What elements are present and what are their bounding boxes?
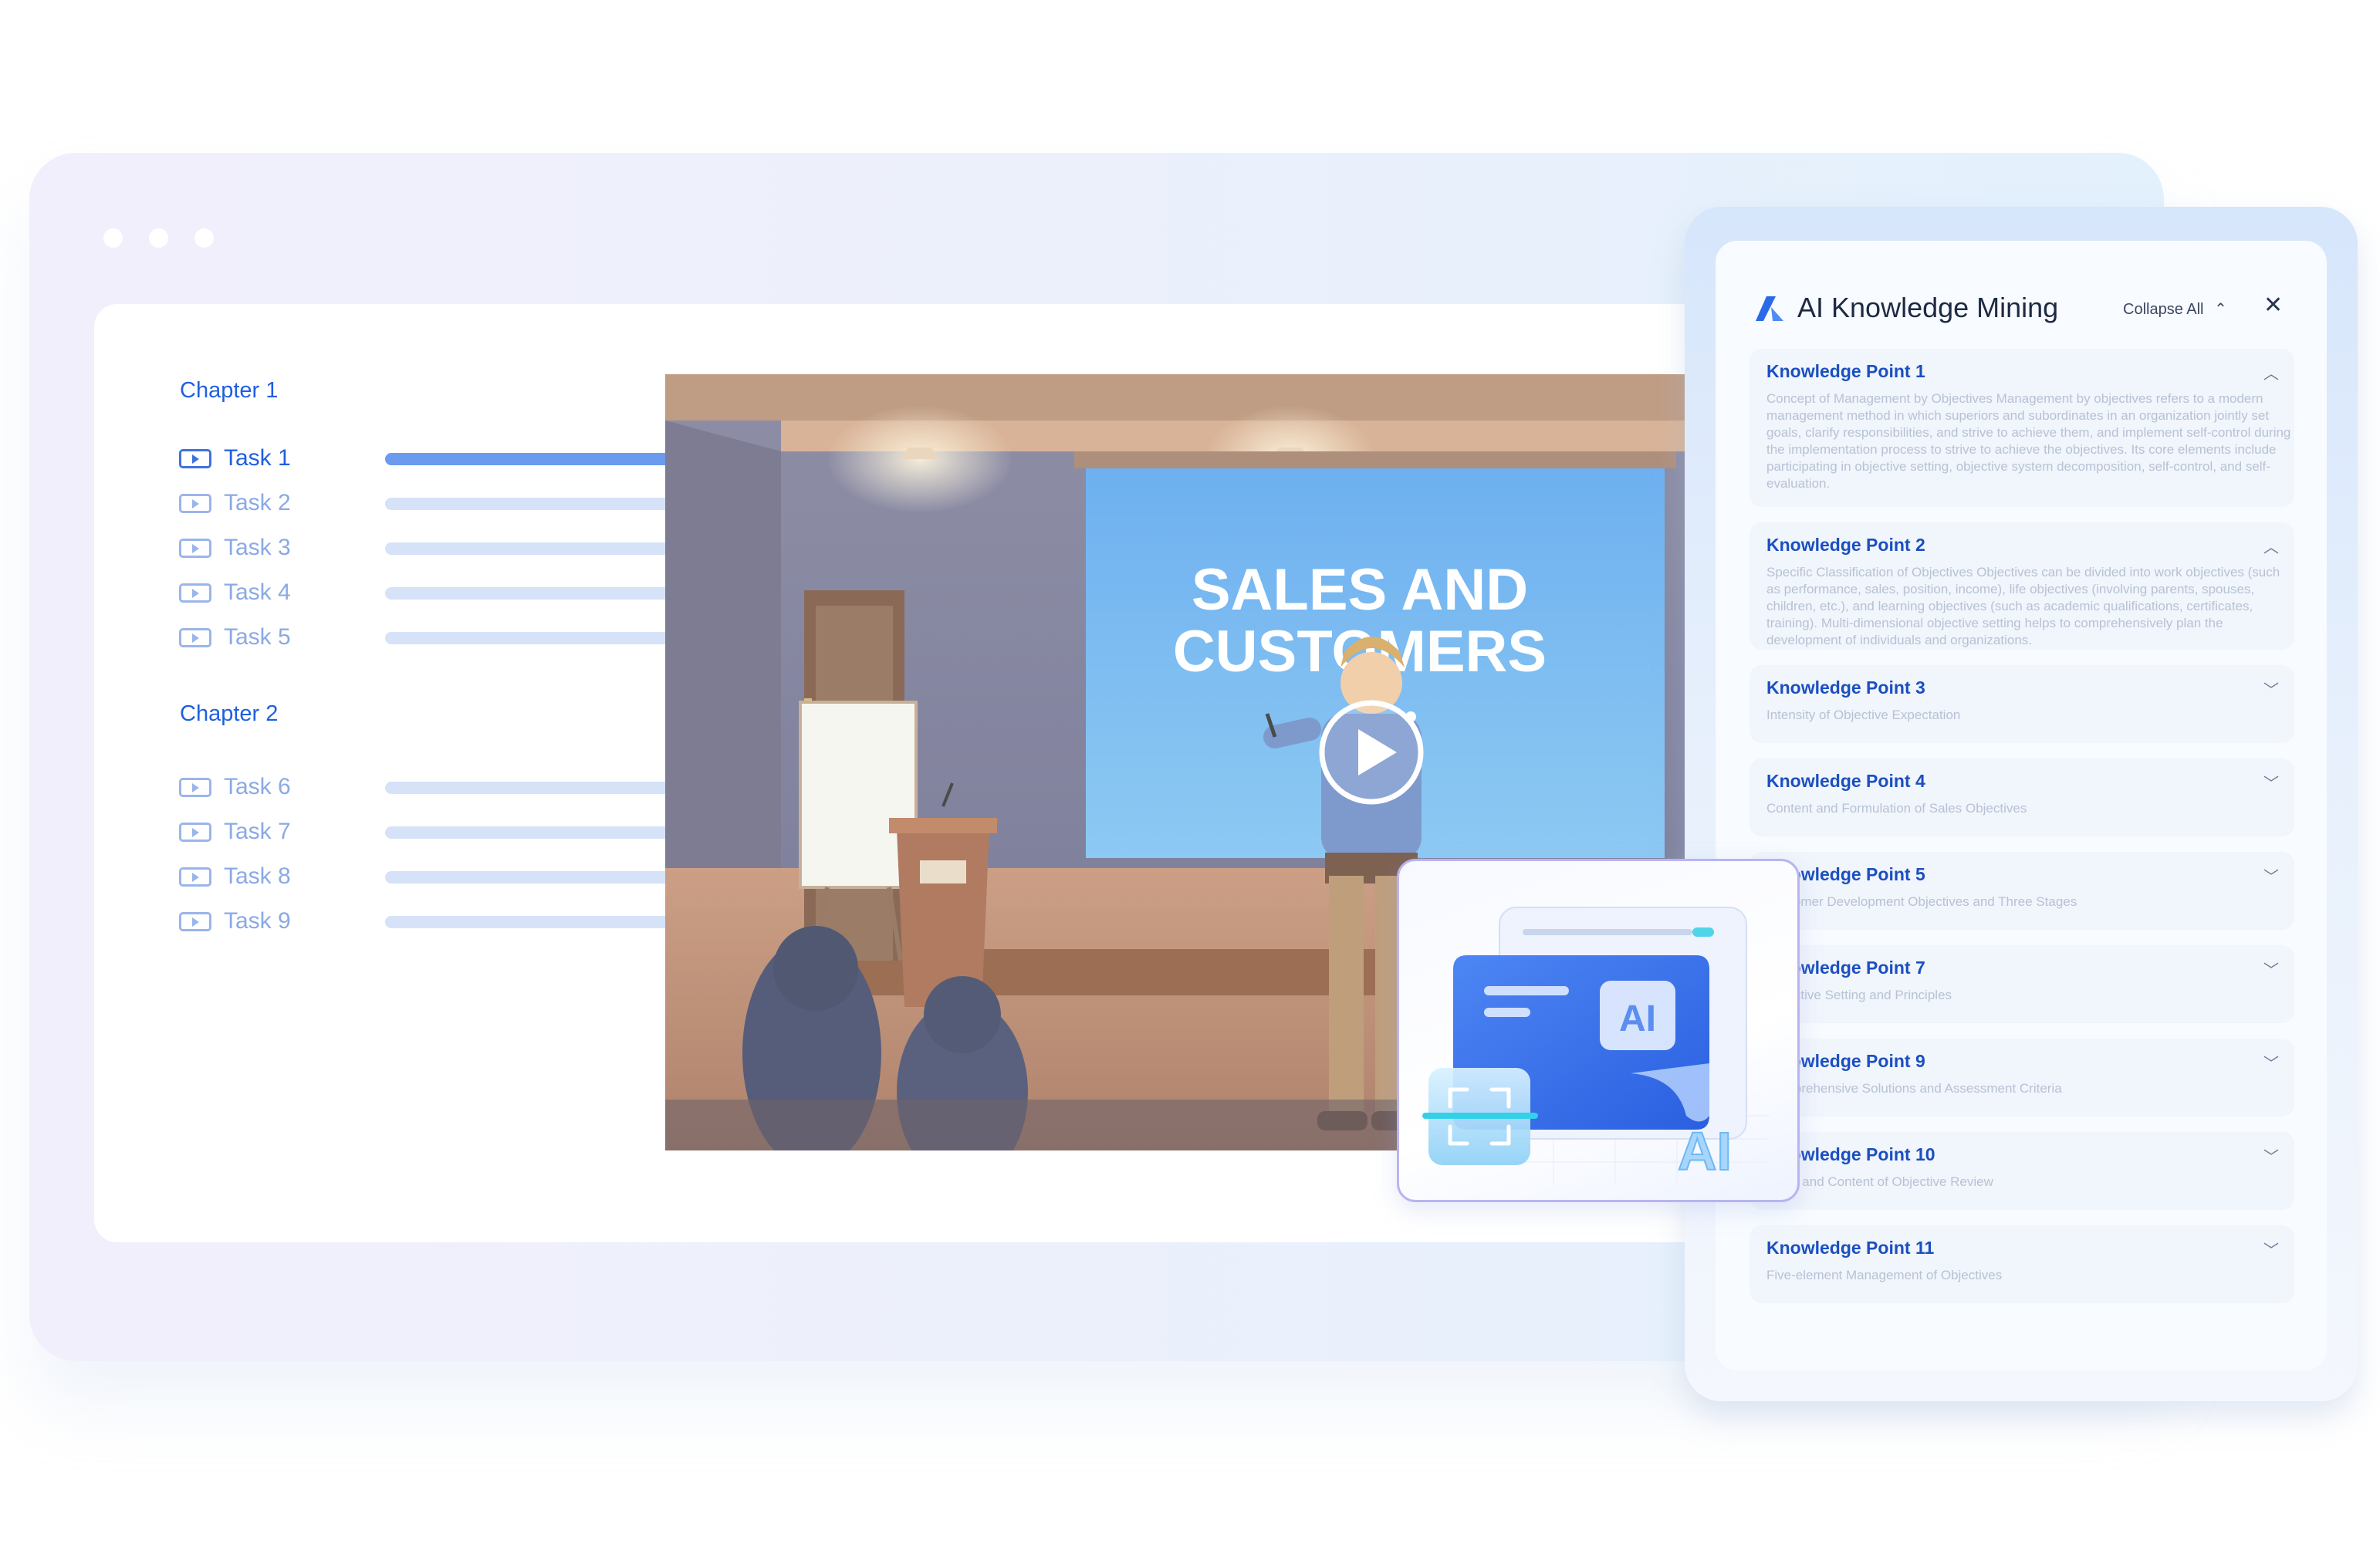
video-icon bbox=[179, 493, 211, 513]
task-label: Task 8 bbox=[224, 863, 291, 889]
task-item[interactable]: Task 2 bbox=[179, 488, 717, 519]
task-label: Task 2 bbox=[224, 490, 291, 515]
knowledge-point-desc: Content and Formulation of Sales Objecti… bbox=[1766, 801, 2027, 816]
ai-illustration-card: AI AI bbox=[1397, 859, 1800, 1202]
task-label: Task 4 bbox=[224, 579, 291, 605]
task-item[interactable]: Task 5 bbox=[179, 622, 717, 653]
chevron-down-icon[interactable]: ﹀ bbox=[2263, 1144, 2279, 1167]
knowledge-point-desc: Objective Setting and Principles bbox=[1766, 988, 1952, 1002]
video-icon bbox=[179, 448, 211, 468]
ai-glass-text: AI bbox=[1678, 1121, 1732, 1181]
close-icon[interactable]: ✕ bbox=[2263, 292, 2283, 319]
video-icon bbox=[179, 538, 211, 558]
chevron-down-icon[interactable]: ﹀ bbox=[2263, 771, 2279, 793]
knowledge-point-card[interactable]: Knowledge Point 4 ﹀ Content and Formulat… bbox=[1750, 758, 2294, 836]
knowledge-point-desc: Specific Classification of Objectives Ob… bbox=[1766, 565, 2280, 647]
ai-badge-text: AI bbox=[1619, 998, 1656, 1039]
knowledge-point-desc: Customer Development Objectives and Thre… bbox=[1766, 894, 2077, 909]
task-item[interactable]: Task 4 bbox=[179, 577, 717, 608]
chevron-down-icon[interactable]: ﹀ bbox=[2263, 1051, 2279, 1073]
task-label: Task 9 bbox=[224, 908, 291, 934]
task-item[interactable]: Task 1 bbox=[179, 443, 717, 474]
window-dot[interactable] bbox=[103, 228, 123, 248]
ai-knowledge-panel: AI Knowledge Mining Collapse All ⌃ ✕ Kno… bbox=[1716, 241, 2327, 1370]
task-label: Task 3 bbox=[224, 535, 291, 560]
knowledge-point-title: Knowledge Point 2 bbox=[1766, 535, 1925, 555]
knowledge-point-desc: Comprehensive Solutions and Assessment C… bbox=[1766, 1081, 2062, 1096]
task-item[interactable]: Task 7 bbox=[179, 816, 717, 847]
chapter-title: Chapter 2 bbox=[180, 701, 279, 726]
window-dot[interactable] bbox=[194, 228, 214, 248]
knowledge-point-card[interactable]: Knowledge Point 9 ﹀ Comprehensive Soluti… bbox=[1750, 1039, 2294, 1117]
knowledge-point-card[interactable]: Knowledge Point 2 ︿ Specific Classificat… bbox=[1750, 522, 2294, 650]
chevron-up-icon[interactable]: ︿ bbox=[2263, 361, 2279, 383]
video-icon bbox=[179, 867, 211, 887]
video-icon bbox=[179, 822, 211, 842]
knowledge-point-card[interactable]: Knowledge Point 10 ﹀ Basis and Content o… bbox=[1750, 1132, 2294, 1210]
task-label: Task 7 bbox=[224, 819, 291, 844]
knowledge-point-title: Knowledge Point 3 bbox=[1766, 677, 1925, 698]
knowledge-point-title: Knowledge Point 4 bbox=[1766, 771, 1925, 791]
chapter-title: Chapter 1 bbox=[180, 378, 279, 403]
collapse-all-button[interactable]: Collapse All ⌃ bbox=[2123, 299, 2227, 319]
chevron-down-icon[interactable]: ﹀ bbox=[2263, 958, 2279, 980]
chevron-down-icon[interactable]: ﹀ bbox=[2263, 864, 2279, 887]
video-icon bbox=[179, 583, 211, 603]
task-label: Task 1 bbox=[224, 445, 291, 471]
knowledge-point-card[interactable]: Knowledge Point 3 ﹀ Intensity of Objecti… bbox=[1750, 665, 2294, 743]
ai-knowledge-panel-frame: AI Knowledge Mining Collapse All ⌃ ✕ Kno… bbox=[1685, 207, 2358, 1401]
knowledge-point-desc: Concept of Management by Objectives Mana… bbox=[1766, 391, 2291, 491]
task-item[interactable]: Task 8 bbox=[179, 861, 717, 892]
window-controls bbox=[103, 228, 214, 248]
chevron-up-icon: ⌃ bbox=[2214, 301, 2227, 318]
knowledge-point-card[interactable]: Knowledge Point 1 ︿ Concept of Managemen… bbox=[1750, 349, 2294, 507]
task-item[interactable]: Task 6 bbox=[179, 772, 717, 802]
knowledge-point-desc: Basis and Content of Objective Review bbox=[1766, 1174, 1993, 1189]
task-item[interactable]: Task 9 bbox=[179, 906, 717, 937]
collapse-all-label: Collapse All bbox=[2123, 301, 2204, 318]
task-label: Task 6 bbox=[224, 774, 291, 799]
knowledge-point-desc: Intensity of Objective Expectation bbox=[1766, 708, 1961, 722]
knowledge-point-title: Knowledge Point 1 bbox=[1766, 361, 1925, 381]
knowledge-point-desc: Five-element Management of Objectives bbox=[1766, 1268, 2003, 1282]
knowledge-point-card[interactable]: Knowledge Point 7 ﹀ Objective Setting an… bbox=[1750, 945, 2294, 1023]
play-button[interactable] bbox=[1319, 700, 1424, 805]
video-icon bbox=[179, 627, 211, 647]
panel-title: AI Knowledge Mining bbox=[1797, 292, 2059, 323]
task-item[interactable]: Task 3 bbox=[179, 532, 717, 563]
knowledge-point-title: Knowledge Point 11 bbox=[1766, 1238, 1935, 1258]
knowledge-point-card[interactable]: Knowledge Point 11 ﹀ Five-element Manage… bbox=[1750, 1225, 2294, 1303]
window-dot[interactable] bbox=[149, 228, 168, 248]
video-icon bbox=[179, 911, 211, 931]
chevron-up-icon[interactable]: ︿ bbox=[2263, 535, 2279, 557]
chevron-down-icon[interactable]: ﹀ bbox=[2263, 677, 2279, 700]
chevron-down-icon[interactable]: ﹀ bbox=[2263, 1238, 2279, 1260]
video-icon bbox=[179, 777, 211, 797]
task-label: Task 5 bbox=[224, 624, 291, 650]
logo-icon bbox=[1756, 296, 1783, 321]
ai-document-illustration: AI AI bbox=[1422, 907, 1770, 1185]
knowledge-point-card[interactable]: Knowledge Point 5 ﹀ Customer Development… bbox=[1750, 852, 2294, 930]
